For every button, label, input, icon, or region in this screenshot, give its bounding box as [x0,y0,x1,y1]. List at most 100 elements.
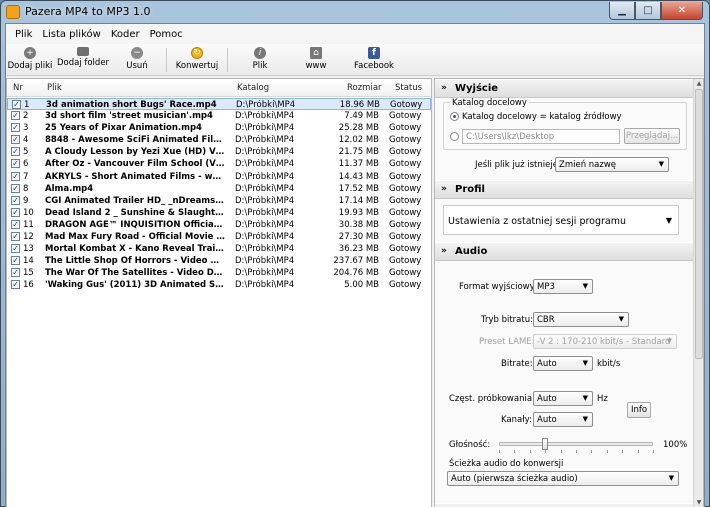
minimize-button[interactable]: ▁ [609,2,635,20]
table-row[interactable]: ✓ 1 3d animation short Bugs' Race.mp4 D:\Pr… [7,98,431,111]
col-dir[interactable]: Katalog [237,83,269,93]
menu-plik[interactable]: Plik [10,29,37,40]
bitrate-mode-select[interactable]: CBR ▼ [533,312,629,327]
profile-select-value: Ustawienia z ostatniej sesji programu [448,216,627,227]
row-checkbox[interactable]: ✓ [11,111,20,121]
table-row[interactable]: ✓ 8 Alma.mp4 D:\Próbki\MP4 17.52 MB Gotowy [7,183,431,195]
section-next-header[interactable] [435,503,693,507]
panel-scrollbar[interactable]: ▲ ▼ [693,79,703,507]
row-status: Gotowy [389,147,422,158]
row-checkbox[interactable]: ✓ [11,256,20,266]
scroll-up-icon[interactable]: ▲ [695,80,703,88]
row-size: 18.96 MB [339,100,380,110]
bitrate-select[interactable]: Auto ▼ [533,356,593,371]
row-file: The War Of The Satellites - Video Daily.… [45,268,225,279]
scrollbar-thumb[interactable] [695,89,703,359]
output-path-input[interactable]: C:\Users\Ikz\Desktop [462,129,620,144]
add-files-button[interactable]: + Dodaj pliki [6,44,54,74]
col-nr[interactable]: Nr [13,83,23,93]
table-row[interactable]: ✓ 16 'Waking Gus' (2011) 3D Animated Sho..… [7,279,431,291]
row-checkbox[interactable]: ✓ [11,123,20,133]
www-button[interactable]: ⌂ www [288,44,344,74]
add-folder-button[interactable]: Dodaj folder [54,44,112,74]
volume-tick [560,450,562,453]
volume-slider-track[interactable] [499,442,653,446]
volume-slider-thumb[interactable] [542,438,549,450]
volume-tick [576,450,577,453]
row-size: 21.75 MB [338,147,379,158]
row-checkbox[interactable]: ✓ [12,100,21,109]
maximize-icon: □ [643,5,653,16]
menu-pomoc[interactable]: Pomoc [145,29,188,40]
row-file: After Oz - Vancouver Film School (VFS)..… [45,159,225,170]
format-select-value: MP3 [537,282,555,292]
convert-button[interactable]: ↻ Konwertuj [171,44,223,74]
row-checkbox[interactable]: ✓ [11,135,20,145]
row-checkbox[interactable]: ✓ [11,268,20,278]
menu-lista-plikow[interactable]: Lista plików [37,29,105,40]
col-size[interactable]: Rozmiar [347,83,382,93]
channels-select[interactable]: Auto ▼ [533,412,593,427]
row-dir: D:\Próbki\MP4 [235,244,295,255]
table-row[interactable]: ✓ 3 25 Years of Pixar Animation.mp4 D:\Prób… [7,122,431,134]
table-row[interactable]: ✓ 14 The Little Shop Of Horrors - Video Da… [7,255,431,267]
menu-koder[interactable]: Koder [106,29,145,40]
file-info-button[interactable]: i Plik [232,44,288,74]
facebook-button[interactable]: f Facebook [344,44,404,74]
file-list[interactable]: Nr Plik Katalog Rozmiar Status ✓ 1 3d anim… [6,78,432,507]
table-row[interactable]: ✓ 6 After Oz - Vancouver Film School (VFS)… [7,158,431,170]
remove-button[interactable]: − Usuń [112,44,162,74]
row-checkbox[interactable]: ✓ [11,159,20,169]
lame-preset-select[interactable]: -V 2 : 170-210 kbit/s - Standard ▼ [533,334,677,349]
maximize-button[interactable]: □ [635,2,661,20]
table-row[interactable]: ✓ 2 3d short film 'street musician'.mp4 D:\… [7,110,431,122]
row-checkbox[interactable]: ✓ [11,183,20,193]
section-output-header[interactable]: » Wyjście [435,79,693,98]
row-checkbox[interactable]: ✓ [11,219,20,229]
table-row[interactable]: ✓ 9 CGI Animated Trailer HD_ _nDreams T...… [7,195,431,207]
row-status: Gotowy [389,244,422,255]
row-dir: D:\Próbki\MP4 [235,159,295,170]
collapse-chevron-icon: » [441,83,447,93]
scroll-down-icon[interactable]: ▼ [695,499,703,507]
radio-custom-dir[interactable] [450,132,459,141]
dropdown-arrow-icon: ▼ [658,160,664,168]
dropdown-arrow-icon: ▼ [618,315,624,323]
audio-track-select[interactable]: Auto (pierwsza ścieżka audio) ▼ [447,471,679,486]
row-checkbox[interactable]: ✓ [11,171,20,181]
row-checkbox[interactable]: ✓ [11,195,20,205]
table-row[interactable]: ✓ 4 8848 - Awesome SciFi Animated Film B..… [7,134,431,146]
col-status[interactable]: Status [395,83,422,93]
close-button[interactable]: ✕ [661,2,703,20]
radio-same-dir[interactable] [450,112,459,121]
info-button[interactable]: Info [627,402,651,418]
table-row[interactable]: ✓ 12 Mad Max Fury Road - Official Movie Tr… [7,231,431,243]
row-size: 19.93 MB [338,207,379,218]
samplerate-select[interactable]: Auto ▼ [533,391,593,406]
table-row[interactable]: ✓ 10 Dead Island 2 _ Sunshine & Slaughter … [7,207,431,219]
profile-select[interactable]: Ustawienia z ostatniej sesji programu ▼ [443,205,679,235]
row-checkbox[interactable]: ✓ [11,244,20,254]
section-profile-header[interactable]: » Profil [435,180,693,199]
table-row[interactable]: ✓ 15 The War Of The Satellites - Video Dai… [7,267,431,279]
col-file[interactable]: Plik [47,83,62,93]
table-row[interactable]: ✓ 11 DRAGON AGE™ INQUISITION Official T...… [7,219,431,231]
exists-label: Jeśli plik już istnieje: [475,160,561,170]
row-size: 237.67 MB [333,256,379,267]
row-checkbox[interactable]: ✓ [11,147,20,157]
format-select[interactable]: MP3 ▼ [533,279,593,294]
section-audio-header[interactable]: » Audio [435,242,693,261]
www-label: www [305,61,327,71]
row-size: 5.00 MB [344,280,379,291]
browse-button[interactable]: Przeglądaj... [624,128,680,144]
row-checkbox[interactable]: ✓ [11,232,20,242]
row-checkbox[interactable]: ✓ [11,280,20,290]
row-checkbox[interactable]: ✓ [11,207,20,217]
table-row[interactable]: ✓ 7 AKRYLS - Short Animated Films - www...… [7,171,431,183]
row-status: Gotowy [389,232,422,243]
row-nr: 16 [23,280,34,291]
table-row[interactable]: ✓ 13 Mortal Kombat X - Kano Reveal Trailer… [7,243,431,255]
file-info-label: Plik [252,61,268,71]
table-row[interactable]: ✓ 5 A Cloudy Lesson by Yezi Xue (HD) VER..… [7,146,431,158]
exists-select[interactable]: Zmień nazwę ▼ [555,157,669,172]
